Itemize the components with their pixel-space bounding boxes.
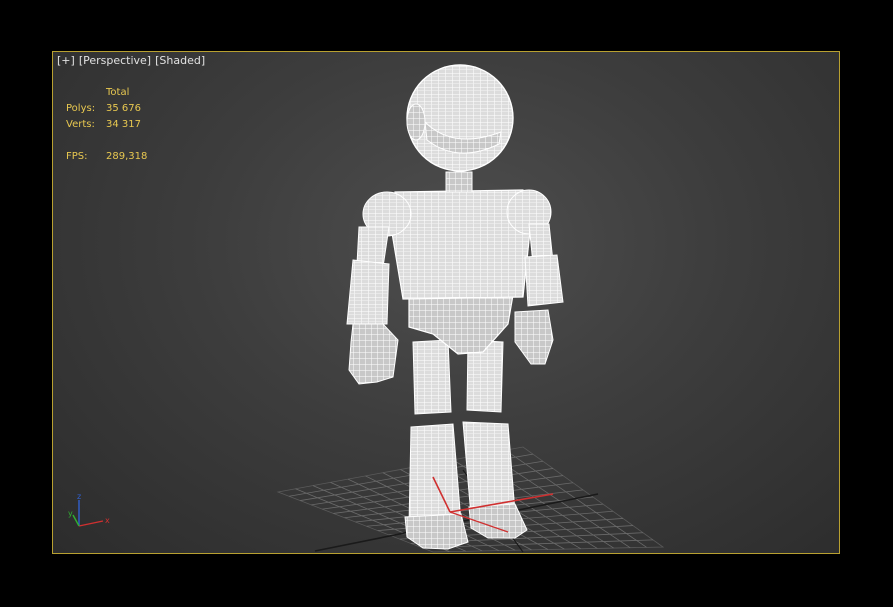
viewport-menu-button[interactable]: [+]: [57, 54, 75, 67]
axis-tripod-icon: x z y: [68, 492, 110, 527]
shading-mode-button[interactable]: [Shaded]: [155, 54, 205, 67]
axis-z-label: z: [77, 492, 81, 501]
perspective-viewport[interactable]: [+] [Perspective] [Shaded] Total Polys: …: [52, 51, 840, 554]
viewport-label: [+] [Perspective] [Shaded]: [57, 54, 205, 67]
axis-x-line: [78, 520, 104, 527]
polys-value: 35 676: [106, 103, 141, 114]
stats-header: Total: [106, 87, 130, 98]
robot-mesh[interactable]: [346, 64, 564, 550]
axis-y-label: y: [68, 509, 73, 518]
neck: [445, 171, 473, 193]
axis-x-label: x: [105, 516, 110, 525]
verts-label: Verts:: [66, 119, 95, 130]
fps-value: 289,318: [106, 151, 148, 162]
axis-y-line: [72, 514, 80, 527]
fps-label: FPS:: [66, 151, 88, 162]
verts-value: 34 317: [106, 119, 141, 130]
point-of-view-button[interactable]: [Perspective]: [79, 54, 151, 67]
left-leg: [404, 339, 469, 550]
scene-canvas[interactable]: [53, 52, 840, 554]
polys-label: Polys:: [66, 103, 96, 114]
head: [406, 64, 514, 172]
